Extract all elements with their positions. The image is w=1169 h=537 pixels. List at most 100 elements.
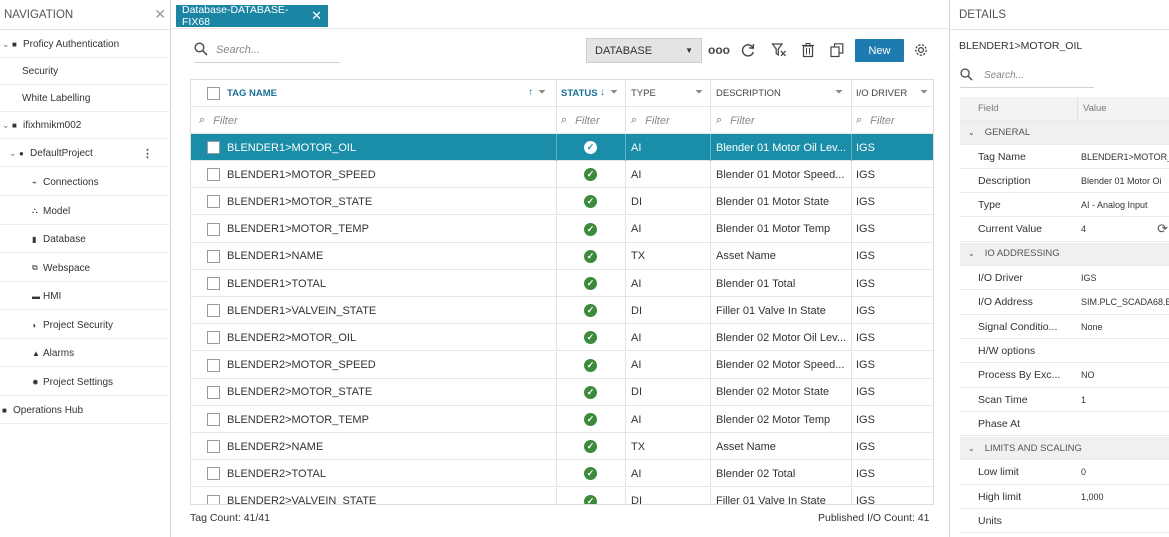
group-label: IO ADDRESSING (984, 248, 1060, 260)
field-value: IGS (1081, 273, 1097, 284)
copy-icon[interactable] (828, 40, 846, 60)
tab-database[interactable]: Database-DATABASE-FIX68 ✕ (176, 4, 328, 28)
table-row[interactable]: BLENDER1>NAME ✓ TX Asset Name IGS (191, 242, 933, 270)
nav-item-webspace[interactable]: ⧉ Webspace (0, 255, 171, 282)
status-header-label: STATUS (561, 88, 598, 99)
details-row: Tag Name BLENDER1>MOTOR_ (960, 145, 1169, 169)
tag-name-cell: BLENDER1>MOTOR_TEMP (227, 223, 369, 236)
chevron-down-icon[interactable]: ⌄ (968, 128, 975, 137)
more-options-icon[interactable]: ooo (708, 40, 730, 60)
type-filter[interactable]: ⌕ Filter (625, 107, 710, 134)
nav-item-ifixhmikm002[interactable]: ⌄ ■ ifixhmikm002 (0, 112, 171, 139)
table-row[interactable]: BLENDER1>MOTOR_TEMP ✓ AI Blender 01 Motor T… (191, 215, 933, 243)
nav-item-alarms[interactable]: ▲ Alarms (0, 340, 171, 367)
field-label: H/W options (978, 344, 1036, 357)
gear-icon[interactable] (912, 40, 930, 60)
io-driver-cell: IGS (856, 359, 875, 372)
tag-name-cell: BLENDER2>NAME (227, 440, 324, 453)
details-group-header[interactable]: ⌄ IO ADDRESSING (960, 242, 1169, 266)
folder-icon: ● (19, 148, 24, 158)
io-driver-cell: IGS (856, 304, 875, 317)
description-filter[interactable]: ⌕ Filter (710, 107, 851, 134)
clear-filter-icon[interactable] (770, 40, 788, 60)
status-ok-icon: ✓ (584, 494, 597, 504)
delete-icon[interactable] (799, 40, 817, 60)
nav-item-project-settings[interactable]: ✹ Project Settings (0, 369, 171, 396)
table-row[interactable]: BLENDER1>MOTOR_STATE ✓ DI Blender 01 Motor … (191, 188, 933, 216)
nav-item-database[interactable]: ▮ Database (0, 226, 171, 253)
details-group-header[interactable]: ⌄ GENERAL (960, 121, 1169, 145)
search-input[interactable]: Search... (194, 38, 340, 63)
filter-icon[interactable]: ⏷ (695, 87, 703, 98)
nav-item-project-security[interactable]: ◗ Project Security (0, 312, 171, 339)
description-cell: Filler 01 Valve In State (716, 495, 826, 505)
table-row[interactable]: BLENDER2>NAME ✓ TX Asset Name IGS (191, 433, 933, 461)
nav-item-hmi[interactable]: ▬ HMI (0, 283, 171, 310)
sort-desc-icon[interactable]: ↓ (600, 87, 605, 98)
chevron-down-icon[interactable]: ⌄ (9, 148, 19, 159)
filter-icon[interactable]: ⏷ (610, 87, 618, 98)
status-ok-icon: ✓ (584, 440, 597, 454)
details-group-header[interactable]: ⌄ LIMITS AND SCALING (960, 436, 1169, 461)
chevron-down-icon[interactable]: ⌄ (968, 444, 975, 453)
status-cell: ✓ (556, 270, 625, 297)
nav-item-white-labelling[interactable]: White Labelling (0, 85, 171, 112)
refresh-icon[interactable] (739, 40, 757, 60)
tag-name-cell: BLENDER2>MOTOR_SPEED (227, 359, 376, 372)
nav-item-label: HMI (43, 290, 62, 302)
details-search-input[interactable]: Search... (960, 64, 1094, 88)
nav-item-defaultproject[interactable]: ⌄ ● DefaultProject ⋮ (0, 140, 171, 167)
close-tab-icon[interactable]: ✕ (311, 8, 322, 24)
close-icon[interactable]: ✕ (154, 6, 166, 23)
nav-item-model[interactable]: ⛬ Model (0, 198, 171, 225)
column-header-tag-name[interactable]: TAG NAME (191, 80, 556, 107)
table-row[interactable]: BLENDER2>VALVEIN_STATE ✓ DI Filler 01 Valve… (191, 487, 933, 505)
type-cell: AI (631, 359, 642, 372)
nav-item-security[interactable]: Security (0, 58, 171, 85)
sort-asc-icon[interactable]: ↑ (528, 87, 533, 98)
more-menu-icon[interactable]: ⋮ (142, 147, 153, 160)
status-cell: ✓ (556, 488, 625, 504)
details-search-placeholder: Search... (984, 70, 1025, 81)
status-cell: ✓ (556, 460, 625, 487)
description-cell: Blender 02 Motor Speed... (716, 359, 845, 372)
details-panel: DETAILS BLENDER1>MOTOR_OIL Search... Fie… (949, 0, 1169, 537)
caret-down-icon: ▼ (685, 46, 693, 55)
column-header-description[interactable]: DESCRIPTION (710, 80, 851, 107)
type-cell: AI (631, 168, 642, 181)
database-select[interactable]: DATABASE ▼ (586, 38, 702, 63)
tag-name-cell: BLENDER2>TOTAL (227, 467, 326, 480)
description-cell: Asset Name (716, 440, 776, 453)
nav-item-operations-hub[interactable]: ■ Operations Hub (0, 397, 171, 424)
table-row[interactable]: BLENDER1>MOTOR_SPEED ✓ AI Blender 01 Motor … (191, 161, 933, 189)
nav-item-proficy-authentication[interactable]: ⌄ ■ Proficy Authentication (0, 31, 171, 58)
table-row[interactable]: BLENDER2>MOTOR_SPEED ✓ AI Blender 02 Motor … (191, 351, 933, 379)
status-filter[interactable]: ⌕ Filter (556, 107, 625, 134)
filter-icon[interactable]: ⏷ (835, 87, 843, 98)
nav-item-connections[interactable]: ⌁ Connections (0, 169, 171, 196)
description-cell: Blender 02 Motor Temp (716, 413, 831, 426)
status-cell: ✓ (556, 433, 625, 460)
filter-icon[interactable]: ⏷ (538, 87, 546, 98)
filter-icon[interactable]: ⏷ (920, 87, 928, 98)
new-button[interactable]: New (855, 39, 904, 62)
chevron-down-icon[interactable]: ⌄ (2, 39, 12, 50)
details-row: I/O Address SIM.PLC_SCADA68.E (960, 291, 1169, 315)
table-row[interactable]: BLENDER1>TOTAL ✓ AI Blender 01 Total IGS (191, 270, 933, 297)
tag-name-filter[interactable]: ⌕ Filter (191, 107, 556, 134)
refresh-icon[interactable]: ⟳ (1157, 221, 1168, 237)
table-row[interactable]: BLENDER2>MOTOR_TEMP ✓ AI Blender 02 Motor T… (191, 406, 933, 433)
field-value: BLENDER1>MOTOR_ (1081, 151, 1169, 162)
field-label: I/O Driver (978, 272, 1023, 285)
chevron-down-icon[interactable]: ⌄ (2, 120, 12, 131)
table-row[interactable]: BLENDER2>TOTAL ✓ AI Blender 02 Total IGS (191, 460, 933, 488)
tag-name-cell: BLENDER2>VALVEIN_STATE (227, 495, 377, 505)
table-row[interactable]: BLENDER1>MOTOR_OIL ✓ AI Blender 01 Motor Oi… (191, 134, 933, 161)
chevron-down-icon[interactable]: ⌄ (968, 249, 975, 258)
table-row[interactable]: BLENDER1>VALVEIN_STATE ✓ DI Filler 01 Valve… (191, 297, 933, 325)
table-row[interactable]: BLENDER2>MOTOR_STATE ✓ DI Blender 02 Motor … (191, 378, 933, 406)
tag-grid: TAG NAME ↑ ⏷ STATUS ↓ ⏷ TYPE ⏷ DESCRIPTI… (190, 79, 934, 505)
table-row[interactable]: BLENDER2>MOTOR_OIL ✓ AI Blender 02 Motor Oi… (191, 324, 933, 352)
field-value: SIM.PLC_SCADA68.E (1081, 297, 1169, 308)
io-driver-filter[interactable]: ⌕ Filter (851, 107, 933, 134)
